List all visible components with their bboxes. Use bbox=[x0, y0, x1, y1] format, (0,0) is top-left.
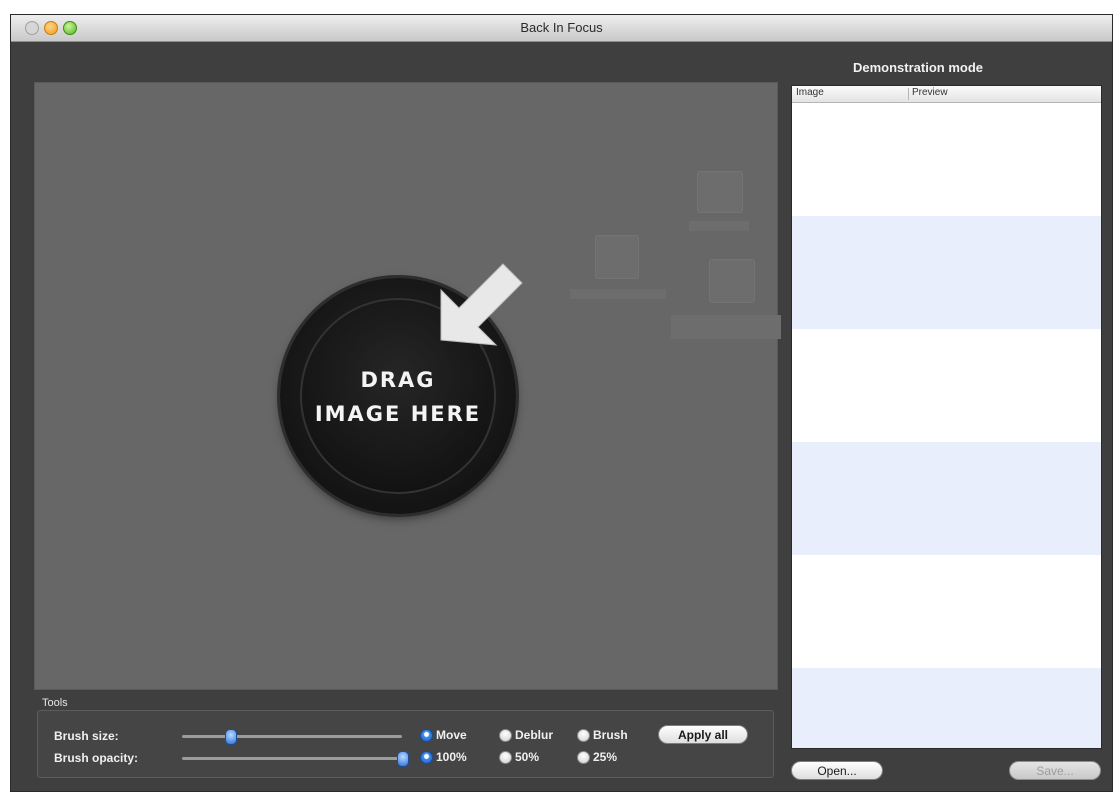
image-drop-area[interactable]: DRAG IMAGE HERE bbox=[34, 82, 781, 690]
table-row[interactable] bbox=[792, 442, 1101, 555]
tools-label: Tools bbox=[42, 697, 68, 709]
opacity-25-radio[interactable] bbox=[577, 751, 590, 764]
mode-brush-radio[interactable] bbox=[577, 729, 590, 742]
brush-opacity-slider[interactable] bbox=[182, 757, 402, 760]
ghost-file-label bbox=[570, 289, 666, 299]
opacity-50-label: 50% bbox=[515, 750, 540, 764]
ghost-file-icon bbox=[709, 259, 755, 303]
opacity-25-label: 25% bbox=[593, 750, 618, 764]
column-header-image[interactable]: Image bbox=[796, 87, 824, 98]
mode-brush-label: Brush bbox=[593, 728, 628, 742]
table-row[interactable] bbox=[792, 102, 1101, 216]
ghost-file-label bbox=[689, 221, 749, 231]
mode-deblur-radio[interactable] bbox=[499, 729, 512, 742]
ghost-file-icon bbox=[595, 235, 639, 279]
drag-text-line1: DRAG bbox=[360, 368, 436, 392]
mode-move-radio[interactable] bbox=[420, 729, 433, 742]
brush-opacity-label: Brush opacity: bbox=[54, 751, 139, 765]
ghost-file-label bbox=[671, 315, 781, 339]
column-divider bbox=[908, 88, 909, 100]
tools-panel: Brush size: Brush opacity: Move Deblur B… bbox=[37, 710, 774, 778]
app-window: Back In Focus DRAG IMAGE HERE Tools Brus… bbox=[10, 14, 1113, 792]
image-preview-table[interactable]: Image Preview bbox=[791, 85, 1102, 749]
column-header-preview[interactable]: Preview bbox=[912, 87, 948, 98]
drop-arrow-icon bbox=[440, 263, 523, 346]
opacity-100-label: 100% bbox=[436, 750, 467, 764]
opacity-100-radio[interactable] bbox=[420, 751, 433, 764]
table-row[interactable] bbox=[792, 329, 1101, 442]
title-bar[interactable]: Back In Focus bbox=[11, 15, 1112, 42]
window-title: Back In Focus bbox=[520, 20, 603, 35]
brush-size-slider[interactable] bbox=[182, 735, 402, 738]
opacity-50-radio[interactable] bbox=[499, 751, 512, 764]
open-button[interactable]: Open... bbox=[791, 761, 883, 780]
brush-opacity-slider-knob[interactable] bbox=[397, 751, 409, 767]
table-row[interactable] bbox=[792, 555, 1101, 668]
brush-size-label: Brush size: bbox=[54, 729, 119, 743]
drag-text-line2: IMAGE HERE bbox=[314, 402, 482, 426]
brush-size-slider-knob[interactable] bbox=[225, 729, 238, 745]
mode-deblur-label: Deblur bbox=[515, 728, 554, 742]
table-row[interactable] bbox=[792, 668, 1101, 748]
ghost-file-icon bbox=[697, 171, 743, 213]
save-button[interactable]: Save... bbox=[1009, 761, 1101, 780]
mode-move-label: Move bbox=[436, 728, 467, 742]
apply-all-button[interactable]: Apply all bbox=[658, 725, 748, 744]
demonstration-mode-label: Demonstration mode bbox=[853, 60, 984, 75]
table-row[interactable] bbox=[792, 216, 1101, 329]
table-header: Image Preview bbox=[792, 86, 1101, 103]
